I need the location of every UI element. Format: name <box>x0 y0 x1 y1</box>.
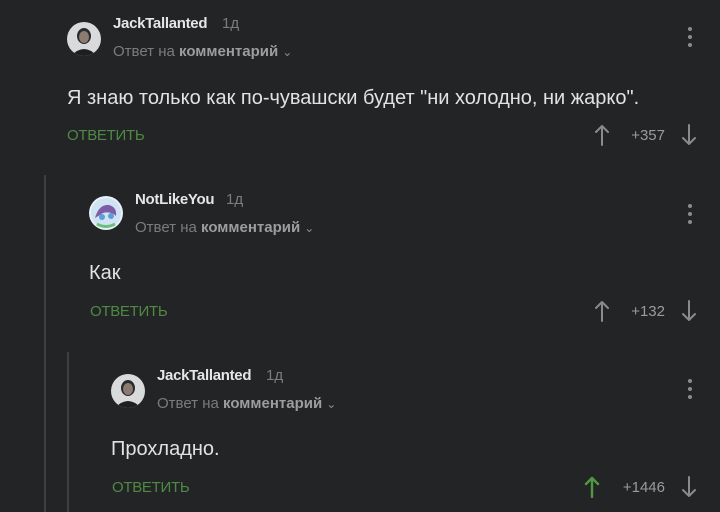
chevron-down-icon: ⌄ <box>326 397 337 411</box>
reply-to-link[interactable]: Ответ на комментарий ⌄ <box>157 395 336 412</box>
reply-target: комментарий <box>179 43 279 60</box>
comment-time: 1д <box>222 15 240 32</box>
chevron-down-icon: ⌄ <box>304 221 315 235</box>
score: +357 <box>631 127 665 144</box>
author-name[interactable]: NotLikeYou <box>135 191 215 208</box>
score: +132 <box>631 303 665 320</box>
downvote-icon[interactable] <box>681 476 697 498</box>
comment-text: Прохладно. <box>111 438 220 460</box>
more-menu-icon[interactable] <box>688 27 692 51</box>
upvote-icon-active[interactable] <box>584 476 600 498</box>
reply-target: комментарий <box>223 395 323 412</box>
more-menu-icon[interactable] <box>688 379 692 403</box>
upvote-icon[interactable] <box>594 300 610 322</box>
upvote-icon[interactable] <box>594 124 610 146</box>
reply-target: комментарий <box>201 219 301 236</box>
comment: NotLikeYou 1д Ответ на комментарий ⌄ Как … <box>0 176 720 352</box>
chevron-down-icon: ⌄ <box>282 45 293 59</box>
reply-button[interactable]: ОТВЕТИТЬ <box>112 479 190 496</box>
reply-prefix: Ответ на <box>135 219 197 236</box>
comment: JackTallanted 1д Ответ на комментарий ⌄ Я… <box>0 0 720 170</box>
comment: JackTallanted 1д Ответ на комментарий ⌄ П… <box>0 352 720 512</box>
avatar[interactable] <box>67 22 101 56</box>
comment-text: Как <box>89 262 121 284</box>
reply-prefix: Ответ на <box>157 395 219 412</box>
reply-to-link[interactable]: Ответ на комментарий ⌄ <box>113 43 292 60</box>
avatar[interactable] <box>111 374 145 408</box>
comment-time: 1д <box>226 191 244 208</box>
reply-button[interactable]: ОТВЕТИТЬ <box>90 303 168 320</box>
avatar[interactable] <box>89 196 123 230</box>
more-menu-icon[interactable] <box>688 204 692 228</box>
reply-prefix: Ответ на <box>113 43 175 60</box>
comment-time: 1д <box>266 367 284 384</box>
score: +1446 <box>622 479 665 496</box>
reply-to-link[interactable]: Ответ на комментарий ⌄ <box>135 219 314 236</box>
comment-text: Я знаю только как по-чувашски будет "ни … <box>67 87 640 109</box>
author-name[interactable]: JackTallanted <box>113 15 208 32</box>
downvote-icon[interactable] <box>681 124 697 146</box>
downvote-icon[interactable] <box>681 300 697 322</box>
author-name[interactable]: JackTallanted <box>157 367 252 384</box>
reply-button[interactable]: ОТВЕТИТЬ <box>67 127 145 144</box>
